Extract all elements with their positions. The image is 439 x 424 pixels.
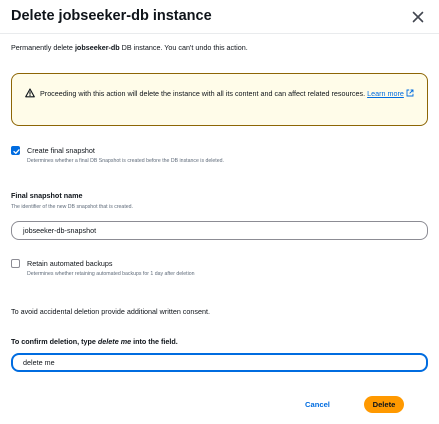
confirm-delete-input[interactable]: delete me bbox=[11, 353, 428, 372]
description-suffix: DB instance. You can't undo this action. bbox=[119, 43, 248, 52]
header-divider bbox=[0, 33, 439, 34]
retain-backups-checkbox[interactable] bbox=[11, 259, 20, 268]
dialog-title: Delete jobseeker-db instance bbox=[11, 8, 212, 24]
warning-text: Proceeding with this action will delete … bbox=[40, 88, 420, 100]
learn-more-link[interactable]: Learn more bbox=[367, 89, 414, 98]
retain-backups-label[interactable]: Retain automated backups bbox=[27, 259, 113, 268]
description-prefix: Permanently delete bbox=[11, 43, 75, 52]
confirm-keyword: delete me bbox=[97, 337, 132, 346]
final-snapshot-label[interactable]: Create final snapshot bbox=[27, 146, 95, 155]
warning-message: Proceeding with this action will delete … bbox=[40, 89, 366, 98]
delete-button[interactable]: Delete bbox=[364, 396, 404, 413]
cancel-button[interactable]: Cancel bbox=[305, 400, 330, 409]
final-snapshot-checkbox[interactable] bbox=[11, 146, 20, 155]
consent-text: To avoid accidental deletion provide add… bbox=[11, 307, 210, 316]
snapshot-name-label: Final snapshot name bbox=[11, 191, 83, 200]
external-link-icon bbox=[406, 89, 414, 97]
close-button[interactable] bbox=[409, 8, 427, 26]
final-snapshot-description: Determines whether a final DB Snapshot i… bbox=[27, 158, 224, 164]
instance-name: jobseeker-db bbox=[74, 43, 120, 52]
warning-alert: Proceeding with this action will delete … bbox=[11, 73, 428, 126]
retain-backups-description: Determines whether retaining automated b… bbox=[27, 271, 195, 277]
delete-instance-dialog: Delete jobseeker-db instance Permanently… bbox=[0, 0, 439, 424]
warning-icon bbox=[25, 88, 35, 98]
confirm-label: To confirm deletion, type delete me into… bbox=[11, 337, 178, 346]
dialog-header: Delete jobseeker-db instance bbox=[11, 6, 429, 30]
checkmark-icon bbox=[13, 149, 20, 154]
snapshot-name-input[interactable]: jobseeker-db-snapshot bbox=[11, 221, 428, 240]
learn-more-label: Learn more bbox=[367, 89, 404, 98]
dialog-description: Permanently delete jobseeker-db DB insta… bbox=[11, 43, 248, 52]
confirm-label-suffix: into the field. bbox=[131, 337, 178, 346]
close-icon bbox=[412, 11, 424, 23]
confirm-label-prefix: To confirm deletion, type bbox=[11, 337, 98, 346]
snapshot-name-description: The identifier of the new DB snapshot th… bbox=[11, 204, 133, 210]
